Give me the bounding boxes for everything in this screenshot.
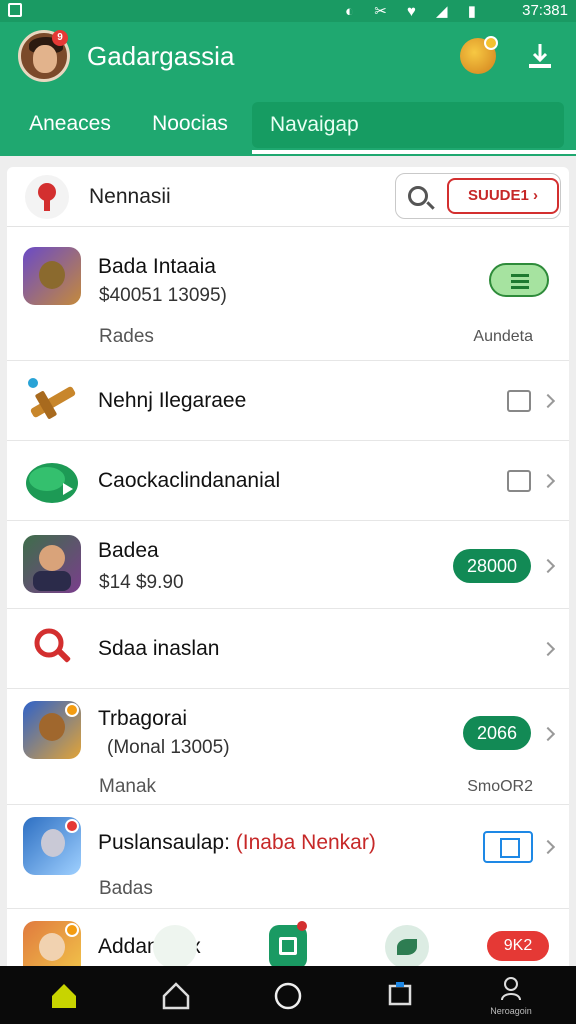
rewards-icon[interactable] bbox=[460, 36, 498, 74]
item-meta: Manak bbox=[99, 776, 157, 797]
tab-noocias[interactable]: Noocias bbox=[132, 92, 248, 156]
tab-aneaces[interactable]: Aneaces bbox=[10, 92, 130, 156]
app-thumbnail-icon bbox=[23, 817, 81, 875]
search-button[interactable]: SUUDE1 › bbox=[447, 178, 559, 214]
item-name-extra: (Inaba Nenkar) bbox=[235, 831, 376, 854]
item-meta: Rades bbox=[99, 326, 154, 347]
list-item[interactable]: Badea $14 $9.90 28000 bbox=[7, 521, 569, 609]
search-header: Nennasii SUUDE1 › bbox=[7, 167, 569, 227]
chevron-right-icon bbox=[540, 473, 556, 489]
item-name: Puslansaulap: (Inaba Nenkar) bbox=[98, 831, 376, 855]
item-price: $14 $9.90 bbox=[99, 572, 184, 593]
item-name: Trbagorai bbox=[98, 707, 188, 730]
chevron-right-icon bbox=[540, 393, 556, 409]
profile-icon bbox=[501, 977, 521, 1001]
list-item[interactable]: Caockaclindananial bbox=[7, 441, 569, 521]
ticket-icon bbox=[26, 463, 78, 503]
search-box[interactable]: SUUDE1 › bbox=[395, 173, 561, 219]
app-title: Gadargassia bbox=[87, 41, 235, 71]
home-icon[interactable] bbox=[44, 976, 84, 1016]
item-price: $40051 13095) bbox=[99, 285, 227, 306]
avatar-badge: 9 bbox=[52, 30, 68, 46]
item-meta: Badas bbox=[99, 878, 153, 899]
list-item[interactable]: Bada Intaaia $40051 13095) Rades Aundeta bbox=[7, 227, 569, 361]
download-icon[interactable] bbox=[524, 40, 556, 72]
rewards-dot bbox=[484, 36, 498, 50]
circle-icon[interactable] bbox=[268, 976, 308, 1016]
profile-label: Neroagoin bbox=[490, 1006, 532, 1016]
item-name: Sdaa inaslan bbox=[98, 637, 220, 660]
item-checkbox[interactable] bbox=[507, 390, 531, 412]
price-pill-button[interactable]: 28000 bbox=[452, 549, 531, 583]
bottom-nav-bar: Neroagoin bbox=[0, 966, 576, 1024]
list-item[interactable]: Sdaa inaslan bbox=[7, 609, 569, 689]
item-name: Nehnj Ilegaraee bbox=[98, 389, 247, 412]
notification-icon bbox=[8, 3, 22, 17]
chevron-right-icon bbox=[540, 726, 556, 742]
app-bar: 9 Gadargassia bbox=[0, 22, 576, 92]
tool-icon bbox=[28, 378, 76, 419]
app-thumbnail-icon bbox=[23, 701, 81, 759]
search-icon[interactable] bbox=[408, 186, 428, 206]
floating-action-icon[interactable] bbox=[153, 925, 197, 969]
item-name: Badea bbox=[98, 539, 159, 562]
recents-icon[interactable] bbox=[380, 976, 420, 1016]
item-name-main: Puslansaulap: bbox=[98, 831, 230, 854]
item-detail: (Monal 13005) bbox=[107, 737, 230, 758]
profile-tab[interactable]: Neroagoin bbox=[486, 976, 536, 1016]
tab-indicator bbox=[252, 150, 576, 154]
list-toggle-button[interactable] bbox=[489, 263, 549, 297]
status-bar: ◐ ✂ ♥ ◢ ▮ 37:381 bbox=[0, 0, 576, 22]
content-card: Nennasii SUUDE1 › Bada Intaaia $40051 13… bbox=[7, 167, 569, 975]
app-thumbnail-icon bbox=[23, 535, 81, 593]
list-item[interactable]: Trbagorai (Monal 13005) Manak SmoOR2 206… bbox=[7, 689, 569, 805]
item-meta-right: SmoOR2 bbox=[467, 778, 533, 795]
item-name: Bada Intaaia bbox=[98, 255, 216, 278]
location-pin-icon bbox=[25, 175, 69, 219]
app-thumbnail-icon bbox=[23, 247, 81, 305]
status-time: 37:381 bbox=[522, 2, 568, 19]
chevron-right-icon bbox=[540, 558, 556, 574]
tab-bar: Aneaces Noocias Navaigap bbox=[0, 92, 576, 156]
status-icons: ◐ ✂ ♥ ◢ ▮ bbox=[345, 3, 484, 20]
search-title: Nennasii bbox=[89, 185, 171, 208]
tab-navaigap[interactable]: Navaigap bbox=[252, 102, 564, 148]
price-pill-button[interactable]: 2066 bbox=[462, 716, 531, 750]
avatar-face bbox=[33, 45, 57, 73]
list-item[interactable]: Puslansaulap: (Inaba Nenkar) Badas bbox=[7, 805, 569, 909]
item-checkbox[interactable] bbox=[507, 470, 531, 492]
home-shortcut-icon[interactable] bbox=[269, 921, 307, 969]
search-icon bbox=[34, 628, 71, 663]
list-item[interactable]: Nehnj Ilegaraee bbox=[7, 361, 569, 441]
item-meta-right: Aundeta bbox=[473, 328, 533, 345]
chevron-right-icon bbox=[540, 641, 556, 657]
item-name: Caockaclindananial bbox=[98, 469, 281, 492]
open-external-button[interactable] bbox=[483, 831, 533, 863]
chevron-right-icon bbox=[540, 839, 556, 855]
leaf-icon[interactable] bbox=[385, 925, 429, 969]
home-outline-icon[interactable] bbox=[156, 976, 196, 1016]
count-badge[interactable]: 9K2 bbox=[487, 931, 549, 961]
